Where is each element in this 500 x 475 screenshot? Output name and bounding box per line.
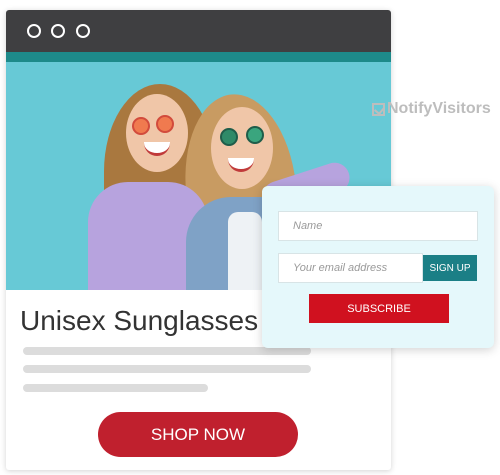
shirt-shape: [228, 212, 262, 290]
subscribe-button[interactable]: SUBSCRIBE: [309, 294, 449, 323]
sign-up-button[interactable]: SIGN UP: [423, 255, 477, 281]
shop-now-button[interactable]: SHOP NOW: [98, 412, 298, 457]
face-shape: [211, 107, 273, 189]
sunglasses-icon: [156, 115, 174, 133]
header-strip: [6, 52, 391, 62]
product-title: Unisex Sunglasses: [20, 305, 259, 336]
brand-name: NotifyVisitors: [387, 100, 491, 117]
sunglasses-icon: [132, 117, 150, 135]
email-field[interactable]: [278, 253, 423, 283]
sunglasses-icon: [246, 126, 264, 144]
name-field[interactable]: [278, 211, 478, 241]
window-control-icon[interactable]: [76, 24, 90, 38]
brand-logo: NotifyVisitors: [372, 100, 491, 118]
window-control-icon[interactable]: [51, 24, 65, 38]
signup-popup: SIGN UP SUBSCRIBE: [262, 186, 494, 348]
checkbox-icon: [372, 102, 385, 116]
window-titlebar: [6, 10, 391, 52]
text-placeholder-line: [23, 384, 208, 392]
text-placeholder-line: [23, 347, 311, 355]
text-placeholder-line: [23, 365, 311, 373]
window-control-icon[interactable]: [27, 24, 41, 38]
sunglasses-icon: [220, 128, 238, 146]
